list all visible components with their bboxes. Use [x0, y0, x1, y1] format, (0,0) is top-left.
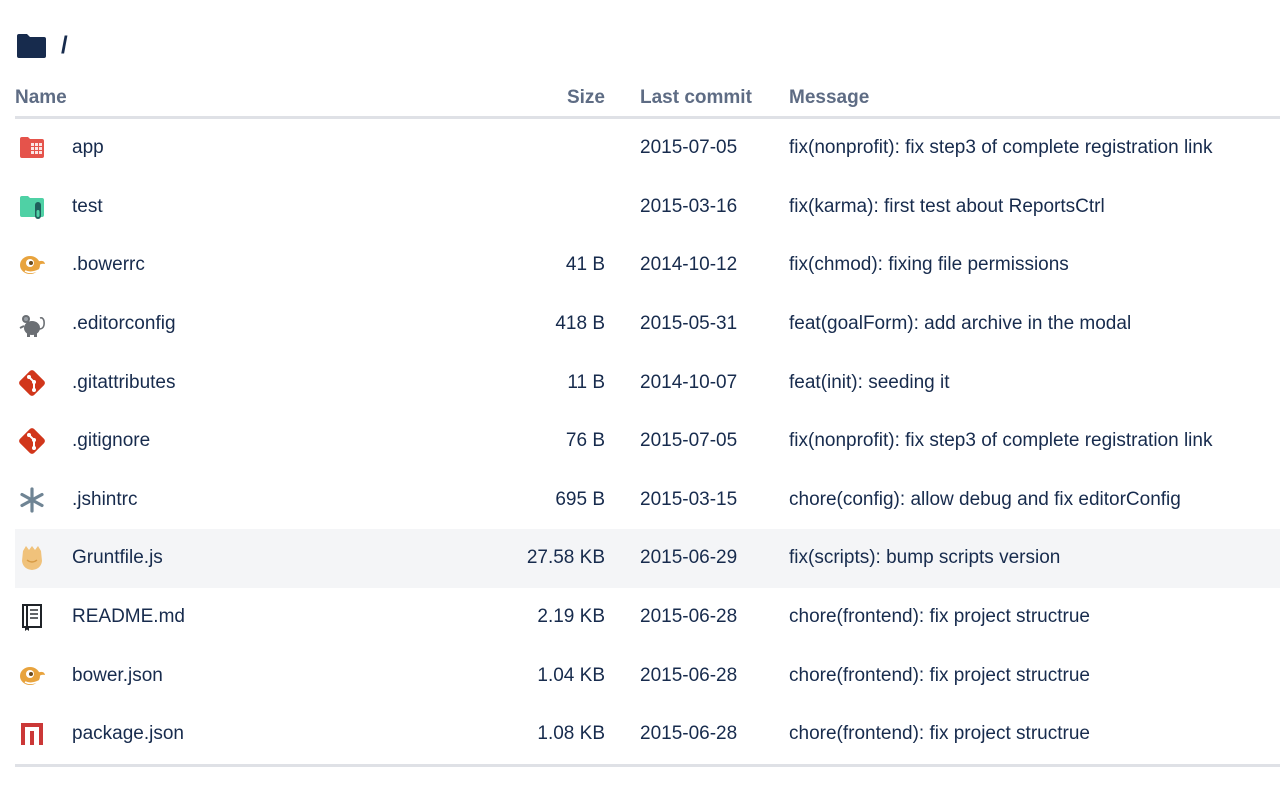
commit-message[interactable]: fix(nonprofit): fix step3 of complete re…: [789, 412, 1280, 471]
table-row[interactable]: .gitattributes 11 B 2014-10-07 feat(init): …: [15, 353, 1280, 412]
file-name-link[interactable]: .editorconfig: [72, 295, 445, 354]
commit-message[interactable]: feat(goalForm): add archive in the modal: [789, 295, 1280, 354]
table-row[interactable]: test 2015-03-16 fix(karma): first test abo…: [15, 178, 1280, 237]
table-row[interactable]: README.md 2.19 KB 2015-06-28 chore(frontend…: [15, 588, 1280, 647]
file-size: [445, 178, 605, 237]
file-size: 2.19 KB: [537, 606, 605, 628]
file-icon-cell: [15, 178, 72, 237]
last-commit-date: 2015-07-05: [640, 430, 738, 452]
test-folder-icon: [17, 195, 47, 219]
table-row[interactable]: bower.json 1.04 KB 2015-06-28 chore(fronten…: [15, 646, 1280, 705]
file-size: 418 B: [555, 313, 605, 335]
file-name-link[interactable]: .bowerrc: [72, 236, 445, 295]
last-commit-date: 2015-06-28: [640, 606, 738, 628]
column-header-name[interactable]: Name: [15, 80, 445, 119]
table-row[interactable]: .jshintrc 695 B 2015-03-15 chore(config): a…: [15, 471, 1280, 530]
file-list: app 2015-07-05 fix(nonprofit): fix step3 o…: [15, 118, 1280, 767]
file-icon-cell: [15, 412, 72, 471]
file-size: 11 B: [567, 371, 605, 393]
table-row[interactable]: .gitignore 76 B 2015-07-05 fix(nonprofit): …: [15, 412, 1280, 471]
file-name-link[interactable]: test: [72, 178, 445, 237]
last-commit-date: 2015-06-28: [605, 704, 789, 767]
commit-message[interactable]: fix(karma): first test about ReportsCtrl: [789, 178, 1280, 237]
commit-message[interactable]: fix(nonprofit): fix step3 of complete re…: [789, 118, 1280, 178]
editorconfig-mouse-icon: [17, 313, 47, 338]
asterisk-icon: [17, 487, 47, 513]
column-header-message[interactable]: Message: [789, 80, 1280, 119]
breadcrumb: /: [16, 30, 68, 62]
folder-icon: [16, 33, 47, 59]
commit-message[interactable]: fix(scripts): bump scripts version: [789, 529, 1280, 588]
git-icon: [17, 369, 47, 396]
file-icon-cell: [15, 704, 72, 767]
file-icon-cell: [15, 353, 72, 412]
commit-message[interactable]: chore(frontend): fix project structrue: [789, 704, 1280, 767]
table-row[interactable]: app 2015-07-05 fix(nonprofit): fix step3 o…: [15, 118, 1280, 178]
file-size: 27.58 KB: [445, 529, 605, 588]
commit-message[interactable]: fix(chmod): fixing file permissions: [789, 236, 1280, 295]
file-name-link[interactable]: README.md: [72, 588, 445, 647]
commit-message[interactable]: chore(config): allow debug and fix edito…: [789, 471, 1280, 530]
file-size: [445, 118, 605, 178]
file-size: 41 B: [565, 254, 605, 276]
commit-message[interactable]: chore(frontend): fix project structrue: [789, 646, 1280, 705]
file-table: Name Size Last commit Message app 2015-07…: [15, 80, 1280, 767]
file-browser: / Name Size Last commit Message app 2015-…: [0, 0, 1280, 800]
file-size: 1.08 KB: [445, 704, 605, 767]
file-icon-cell: [15, 646, 72, 705]
last-commit-date: 2015-06-28: [640, 664, 738, 686]
file-name-link[interactable]: .jshintrc: [72, 471, 445, 530]
last-commit-date: 2014-10-12: [640, 254, 738, 276]
grunt-icon: [17, 546, 47, 571]
table-row[interactable]: package.json 1.08 KB 2015-06-28 chore(front…: [15, 704, 1280, 767]
commit-message[interactable]: feat(init): seeding it: [789, 353, 1280, 412]
bower-icon: [17, 665, 47, 686]
file-name-link[interactable]: .gitignore: [72, 412, 445, 471]
readme-book-icon: [17, 604, 47, 632]
app-folder-icon: [17, 137, 47, 159]
column-header-last-commit[interactable]: Last commit: [605, 80, 789, 119]
file-name-link[interactable]: app: [72, 118, 445, 178]
table-row[interactable]: .editorconfig 418 B 2015-05-31 feat(goalFor…: [15, 295, 1280, 354]
table-header-row: Name Size Last commit Message: [15, 80, 1280, 119]
file-size: 695 B: [555, 488, 605, 510]
git-icon: [17, 428, 47, 455]
file-name-link[interactable]: .gitattributes: [72, 353, 445, 412]
table-row[interactable]: .bowerrc 41 B 2014-10-12 fix(chmod): fixing…: [15, 236, 1280, 295]
last-commit-date: 2015-05-31: [640, 313, 738, 335]
last-commit-date: 2015-03-15: [640, 488, 738, 510]
last-commit-date: 2014-10-07: [640, 371, 738, 393]
breadcrumb-path[interactable]: /: [61, 32, 68, 60]
file-size: 76 B: [565, 430, 605, 452]
last-commit-date: 2015-03-16: [640, 195, 738, 217]
file-name-link[interactable]: Gruntfile.js: [72, 529, 445, 588]
bower-icon: [17, 255, 47, 276]
file-name-link[interactable]: bower.json: [72, 646, 445, 705]
file-icon-cell: [15, 118, 72, 178]
file-name-link[interactable]: package.json: [72, 704, 445, 767]
file-icon-cell: [15, 471, 72, 530]
commit-message[interactable]: chore(frontend): fix project structrue: [789, 588, 1280, 647]
last-commit-date: 2015-07-05: [640, 137, 738, 159]
file-icon-cell: [15, 295, 72, 354]
table-row[interactable]: Gruntfile.js 27.58 KB 2015-06-29 fix(script…: [15, 529, 1280, 588]
last-commit-date: 2015-06-29: [605, 529, 789, 588]
npm-icon: [17, 723, 47, 746]
file-icon-cell: [15, 236, 72, 295]
file-icon-cell: [15, 529, 72, 588]
file-size: 1.04 KB: [537, 664, 605, 686]
file-icon-cell: [15, 588, 72, 647]
column-header-size[interactable]: Size: [445, 80, 605, 119]
